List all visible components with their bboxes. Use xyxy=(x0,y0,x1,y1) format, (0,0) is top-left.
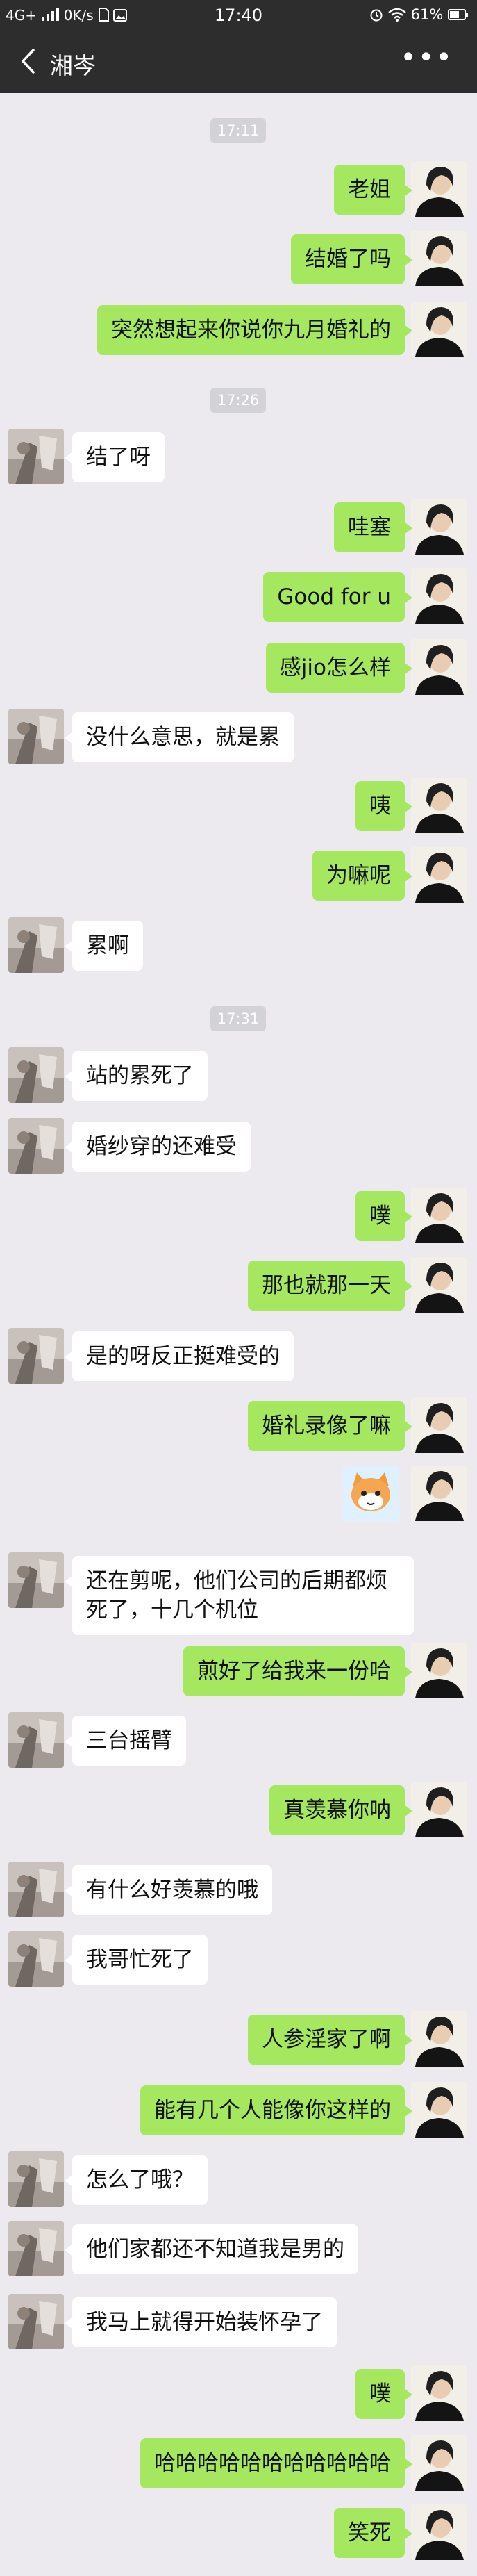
status-bar: 4G+ 0K/s 17:40 61% xyxy=(0,0,477,32)
more-icon[interactable]: ••• xyxy=(400,42,453,74)
timestamp: 17:26 xyxy=(210,388,266,413)
status-right: 61% xyxy=(369,6,469,23)
my-avatar[interactable] xyxy=(411,847,467,903)
contact-avatar[interactable] xyxy=(8,917,64,973)
contact-avatar[interactable] xyxy=(8,709,64,764)
message-bubble[interactable]: 三台摇臂 xyxy=(65,1716,186,1766)
my-avatar[interactable] xyxy=(411,161,467,217)
message-bubble[interactable]: 站的累死了 xyxy=(65,1051,208,1101)
cat-sticker[interactable] xyxy=(343,1466,399,1521)
message-bubble[interactable]: 我哥忙死了 xyxy=(65,1935,208,1985)
message-bubble[interactable]: 我马上就得开始装怀孕了 xyxy=(65,2297,337,2347)
contact-avatar[interactable] xyxy=(8,2151,64,2207)
message-bubble[interactable]: 怎么了哦？ xyxy=(65,2155,208,2205)
message-bubble[interactable]: 有什么好羡慕的哦 xyxy=(65,1865,272,1915)
my-avatar[interactable] xyxy=(411,1466,467,1521)
chat-header: 湘岑 ••• xyxy=(0,32,477,93)
contact-avatar[interactable] xyxy=(8,2294,64,2349)
contact-avatar[interactable] xyxy=(8,2221,64,2276)
wifi-icon xyxy=(388,8,406,22)
message-bubble[interactable]: 人参淫家了啊 xyxy=(248,2015,412,2065)
message-bubble[interactable]: 噗 xyxy=(355,2369,412,2419)
back-arrow-icon[interactable] xyxy=(17,47,40,75)
my-avatar[interactable] xyxy=(411,568,467,624)
contact-avatar[interactable] xyxy=(8,1862,64,1917)
message-bubble[interactable]: 老姐 xyxy=(334,165,412,215)
message-bubble[interactable]: Good for u xyxy=(263,572,412,622)
my-avatar[interactable] xyxy=(411,2435,467,2491)
battery-icon xyxy=(448,9,468,20)
my-avatar[interactable] xyxy=(411,2365,467,2421)
my-avatar[interactable] xyxy=(411,231,467,286)
my-avatar[interactable] xyxy=(411,1643,467,1698)
timestamp: 17:11 xyxy=(210,118,266,143)
message-bubble[interactable]: 婚礼录像了嘛 xyxy=(248,1401,412,1451)
message-bubble[interactable]: 他们家都还不知道我是男的 xyxy=(65,2224,358,2274)
message-bubble[interactable]: 笑死 xyxy=(334,2508,412,2558)
my-avatar[interactable] xyxy=(411,2504,467,2560)
battery-label: 61% xyxy=(410,6,444,23)
timestamp: 17:31 xyxy=(210,1006,266,1031)
my-avatar[interactable] xyxy=(411,2011,467,2067)
message-bubble[interactable]: 咦 xyxy=(355,781,412,831)
message-bubble[interactable]: 结婚了吗 xyxy=(291,234,412,284)
my-avatar[interactable] xyxy=(411,2082,467,2138)
contact-avatar[interactable] xyxy=(8,429,64,484)
contact-avatar[interactable] xyxy=(8,1118,64,1174)
message-bubble[interactable]: 噗 xyxy=(355,1191,412,1241)
alarm-icon xyxy=(370,9,383,22)
my-avatar[interactable] xyxy=(411,302,467,357)
message-bubble[interactable]: 煎好了给我来一份哈 xyxy=(183,1646,412,1696)
message-bubble[interactable]: 还在剪呢，他们公司的后期都烦死了，十几个机位 xyxy=(65,1556,414,1635)
my-avatar[interactable] xyxy=(411,639,467,695)
chat-area[interactable]: 17:11 17:26 17:31 老姐结婚了吗突然想起来你说你九月婚礼的结了呀哇塞 G… xyxy=(0,93,477,2576)
contact-avatar[interactable] xyxy=(8,1552,64,1608)
contact-avatar[interactable] xyxy=(8,1047,64,1103)
message-bubble[interactable]: 结了呀 xyxy=(65,432,165,482)
message-bubble[interactable]: 那也就那一天 xyxy=(248,1261,412,1311)
my-avatar[interactable] xyxy=(411,778,467,833)
contact-avatar[interactable] xyxy=(8,1712,64,1768)
my-avatar[interactable] xyxy=(411,1782,467,1837)
my-avatar[interactable] xyxy=(411,1257,467,1313)
message-bubble[interactable]: 没什么意思，就是累 xyxy=(65,712,294,762)
message-bubble[interactable]: 是的呀反正挺难受的 xyxy=(65,1331,294,1381)
contact-avatar[interactable] xyxy=(8,1931,64,1987)
message-bubble[interactable]: 真羡慕你呐 xyxy=(269,1785,412,1835)
message-bubble[interactable]: 哇塞 xyxy=(334,502,412,552)
contact-avatar[interactable] xyxy=(8,1328,64,1384)
my-avatar[interactable] xyxy=(411,499,467,555)
message-bubble[interactable]: 为嘛呢 xyxy=(312,851,412,901)
message-bubble[interactable]: 累啊 xyxy=(65,921,143,971)
message-bubble[interactable]: 婚纱穿的还难受 xyxy=(65,1122,251,1172)
my-avatar[interactable] xyxy=(411,1397,467,1453)
my-avatar[interactable] xyxy=(411,1188,467,1243)
message-bubble[interactable]: 哈哈哈哈哈哈哈哈哈哈哈 xyxy=(140,2438,412,2488)
message-bubble[interactable]: 突然想起来你说你九月婚礼的 xyxy=(97,305,412,355)
contact-name: 湘岑 xyxy=(50,52,96,79)
message-bubble[interactable]: 感jio怎么样 xyxy=(265,643,413,693)
message-bubble[interactable]: 能有几个人能像你这样的 xyxy=(140,2085,412,2135)
